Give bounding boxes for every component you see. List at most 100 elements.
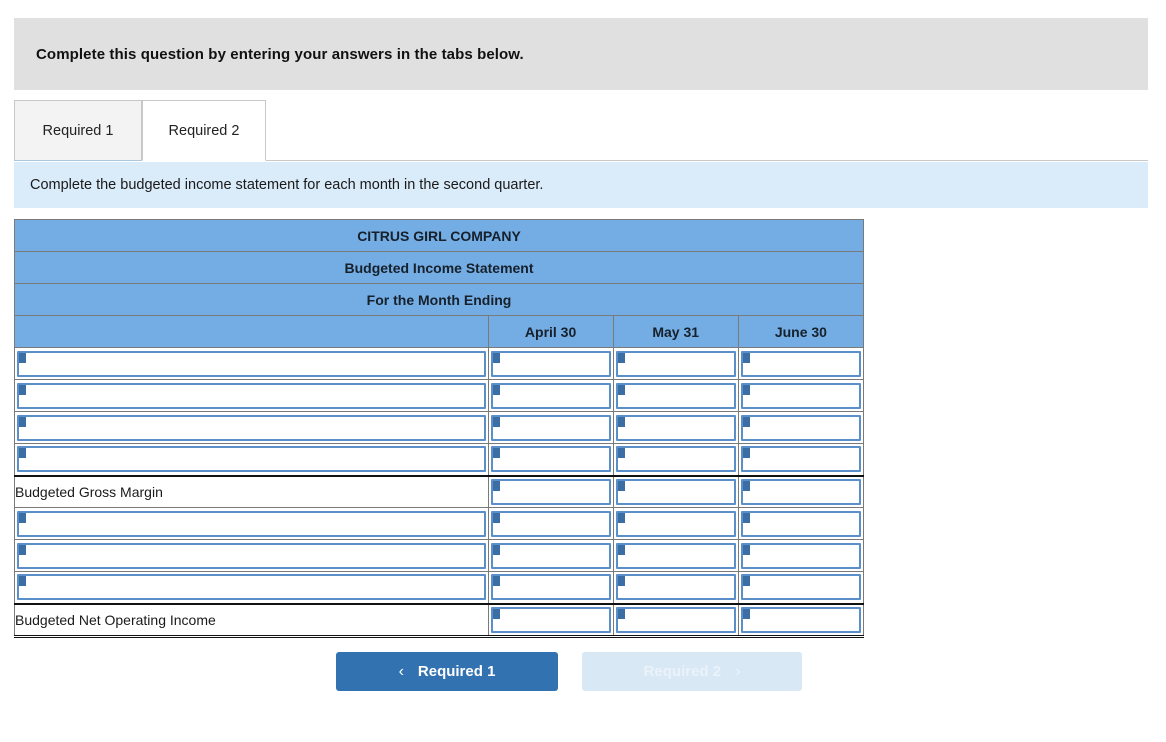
chevron-right-icon: › <box>735 662 741 680</box>
row-7-value-input-2[interactable] <box>740 574 861 601</box>
row-7-value-input-0[interactable] <box>490 574 611 601</box>
row-4-value-input-1-cell[interactable] <box>612 474 739 508</box>
row-label-input-6[interactable] <box>17 542 486 569</box>
row-3-value-input-1-cell[interactable] <box>612 443 739 476</box>
row-5-value-input-1[interactable] <box>615 510 736 537</box>
row-0-value-input-0-cell[interactable] <box>487 347 614 380</box>
row-4-value-input-2[interactable] <box>740 478 861 505</box>
tab-strip-filler <box>266 100 1148 161</box>
row-2-value-input-0-cell[interactable] <box>487 411 614 444</box>
row-6-value-input-2-cell[interactable] <box>737 539 865 572</box>
dropdown-flag-icon <box>492 576 500 587</box>
tab-required-1-label: Required 1 <box>42 122 114 139</box>
row-2-value-input-2-cell[interactable] <box>737 411 865 444</box>
row-label-input-5-cell[interactable] <box>14 507 489 540</box>
chevron-left-icon: ‹ <box>398 662 404 680</box>
row-5-value-input-2-cell[interactable] <box>737 507 865 540</box>
column-header-june-30: June 30 <box>737 315 865 348</box>
row-5-value-input-0[interactable] <box>490 510 611 537</box>
dropdown-flag-icon <box>19 512 26 523</box>
row-4-value-input-1[interactable] <box>615 478 736 505</box>
row-label-input-5[interactable] <box>17 510 486 537</box>
row-6-value-input-1-cell[interactable] <box>612 539 739 572</box>
row-6-value-input-1[interactable] <box>615 542 736 569</box>
row-1-value-input-0[interactable] <box>490 382 611 409</box>
row-label-input-2[interactable] <box>17 414 486 441</box>
requirement-tabs: Required 1 Required 2 <box>14 100 1148 162</box>
row-label-input-7[interactable] <box>17 574 486 601</box>
dropdown-flag-icon <box>617 608 625 619</box>
row-label-input-3[interactable] <box>17 446 486 473</box>
dropdown-flag-icon <box>617 512 625 523</box>
row-1-value-input-2[interactable] <box>740 382 861 409</box>
row-label-input-1[interactable] <box>17 382 486 409</box>
next-required-2-button[interactable]: Required 2 › <box>582 652 802 691</box>
row-label-input-6-cell[interactable] <box>14 539 489 572</box>
next-required-2-label: Required 2 <box>643 663 722 680</box>
row-3-value-input-0[interactable] <box>490 446 611 473</box>
dropdown-flag-icon <box>19 544 26 555</box>
row-5-value-input-1-cell[interactable] <box>612 507 739 540</box>
row-0-value-input-2[interactable] <box>740 350 861 377</box>
row-7-value-input-1-cell[interactable] <box>612 571 739 604</box>
row-label-input-0-cell[interactable] <box>14 347 489 380</box>
sheet-title-period: For the Month Ending <box>14 283 864 316</box>
row-0-value-input-1-cell[interactable] <box>612 347 739 380</box>
row-label-static: Budgeted Net Operating Income <box>14 602 489 638</box>
row-4-value-input-0-cell[interactable] <box>487 474 614 508</box>
row-6-value-input-0[interactable] <box>490 542 611 569</box>
table-row <box>14 347 865 380</box>
row-0-value-input-2-cell[interactable] <box>737 347 865 380</box>
row-3-value-input-2-cell[interactable] <box>737 443 865 476</box>
prev-required-1-label: Required 1 <box>417 663 496 680</box>
row-0-value-input-0[interactable] <box>490 350 611 377</box>
dropdown-flag-icon <box>19 352 26 363</box>
row-label-input-7-cell[interactable] <box>14 571 489 604</box>
row-label-input-0[interactable] <box>17 350 486 377</box>
row-8-value-input-2[interactable] <box>740 606 861 633</box>
row-6-value-input-0-cell[interactable] <box>487 539 614 572</box>
row-8-value-input-2-cell[interactable] <box>737 602 865 638</box>
row-4-value-input-0[interactable] <box>490 478 611 505</box>
row-3-value-input-1[interactable] <box>615 446 736 473</box>
table-title-row-2: Budgeted Income Statement <box>14 251 864 284</box>
row-label-input-2-cell[interactable] <box>14 411 489 444</box>
row-3-value-input-0-cell[interactable] <box>487 443 614 476</box>
row-8-value-input-1[interactable] <box>615 606 736 633</box>
column-header-may-31: May 31 <box>612 315 739 348</box>
row-4-value-input-2-cell[interactable] <box>737 474 865 508</box>
row-2-value-input-0[interactable] <box>490 414 611 441</box>
row-8-value-input-1-cell[interactable] <box>612 602 739 638</box>
row-5-value-input-2[interactable] <box>740 510 861 537</box>
row-7-value-input-1[interactable] <box>615 574 736 601</box>
table-row <box>14 571 865 604</box>
row-0-value-input-1[interactable] <box>615 350 736 377</box>
dropdown-flag-icon <box>19 576 26 587</box>
dropdown-flag-icon <box>492 448 500 459</box>
row-5-value-input-0-cell[interactable] <box>487 507 614 540</box>
tab-required-2-label: Required 2 <box>168 122 240 139</box>
row-label-input-3-cell[interactable] <box>14 443 489 476</box>
tab-required-2[interactable]: Required 2 <box>142 100 266 161</box>
row-6-value-input-2[interactable] <box>740 542 861 569</box>
row-8-value-input-0[interactable] <box>490 606 611 633</box>
row-1-value-input-0-cell[interactable] <box>487 379 614 412</box>
row-3-value-input-2[interactable] <box>740 446 861 473</box>
row-1-value-input-1[interactable] <box>615 382 736 409</box>
column-header-blank <box>14 315 489 348</box>
row-label-input-1-cell[interactable] <box>14 379 489 412</box>
prev-required-1-button[interactable]: ‹ Required 1 <box>336 652 558 691</box>
row-7-value-input-0-cell[interactable] <box>487 571 614 604</box>
budgeted-income-statement-table: CITRUS GIRL COMPANY Budgeted Income Stat… <box>14 219 865 638</box>
row-2-value-input-1-cell[interactable] <box>612 411 739 444</box>
row-label-static: Budgeted Gross Margin <box>14 474 489 508</box>
row-2-value-input-2[interactable] <box>740 414 861 441</box>
row-2-value-input-1[interactable] <box>615 414 736 441</box>
row-1-value-input-2-cell[interactable] <box>737 379 865 412</box>
row-8-value-input-0-cell[interactable] <box>487 602 614 638</box>
table-column-header-row: April 30 May 31 June 30 <box>14 315 865 348</box>
tab-required-1[interactable]: Required 1 <box>14 100 142 161</box>
row-1-value-input-1-cell[interactable] <box>612 379 739 412</box>
dropdown-flag-icon <box>617 416 625 427</box>
row-7-value-input-2-cell[interactable] <box>737 571 865 604</box>
